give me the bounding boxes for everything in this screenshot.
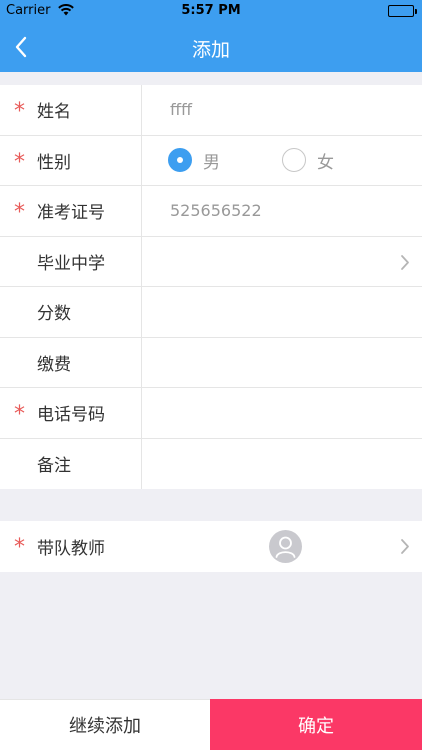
battery-icon: [388, 5, 417, 17]
column-divider: [141, 135, 142, 185]
gender-male-radio[interactable]: 男: [168, 148, 220, 173]
chevron-right-icon: [401, 254, 409, 270]
gender-female-label: 女: [317, 152, 334, 173]
exam-id-field[interactable]: 525656522: [170, 201, 262, 220]
radio-checked-icon: [168, 148, 192, 172]
name-label: 姓名: [37, 102, 71, 123]
confirm-button[interactable]: 确定: [210, 699, 422, 750]
gender-male-label: 男: [203, 152, 220, 173]
score-row[interactable]: 分数: [0, 287, 422, 338]
column-divider: [141, 438, 142, 489]
teacher-group: * 带队教师: [0, 521, 422, 572]
column-divider: [141, 85, 142, 135]
continue-add-button[interactable]: 继续添加: [0, 699, 210, 750]
fee-row[interactable]: 缴费: [0, 337, 422, 388]
bottom-action-bar: 继续添加 确定: [0, 699, 422, 750]
name-field[interactable]: ffff: [170, 100, 192, 119]
exam-id-row[interactable]: * 准考证号 525656522: [0, 186, 422, 237]
remark-row[interactable]: 备注: [0, 438, 422, 489]
status-time: 5:57 PM: [181, 3, 241, 18]
fee-label: 缴费: [37, 354, 71, 375]
remark-label: 备注: [37, 456, 71, 477]
teacher-row[interactable]: * 带队教师: [0, 521, 422, 572]
required-mark: *: [14, 402, 25, 427]
column-divider: [141, 337, 142, 387]
required-mark: *: [14, 200, 25, 225]
status-bar: Carrier 5:57 PM: [0, 0, 422, 22]
gender-radio-group: 男 女: [168, 148, 334, 173]
exam-id-label: 准考证号: [37, 203, 105, 224]
phone-label: 电话号码: [37, 405, 105, 426]
gender-female-radio[interactable]: 女: [282, 148, 334, 173]
required-mark: *: [14, 535, 25, 560]
school-row[interactable]: 毕业中学: [0, 236, 422, 287]
phone-row[interactable]: * 电话号码: [0, 388, 422, 439]
gender-row: * 性别 男 女: [0, 135, 422, 186]
student-form: * 姓名 ffff * 性别 男 女 * 准考证号 525656522 毕业中学: [0, 85, 422, 489]
nav-bar: 添加: [0, 22, 422, 72]
column-divider: [141, 388, 142, 438]
score-label: 分数: [37, 304, 71, 325]
school-label: 毕业中学: [37, 253, 105, 274]
radio-unchecked-icon: [282, 148, 306, 172]
chevron-right-icon: [401, 539, 409, 554]
person-icon: [275, 536, 296, 558]
required-mark: *: [14, 99, 25, 124]
page-title: 添加: [191, 39, 230, 61]
column-divider: [141, 236, 142, 286]
gender-label: 性别: [37, 152, 71, 173]
avatar: [269, 530, 302, 563]
required-mark: *: [14, 149, 25, 175]
column-divider: [141, 186, 142, 236]
name-row[interactable]: * 姓名 ffff: [0, 85, 422, 136]
column-divider: [141, 287, 142, 337]
teacher-label: 带队教师: [37, 538, 105, 559]
